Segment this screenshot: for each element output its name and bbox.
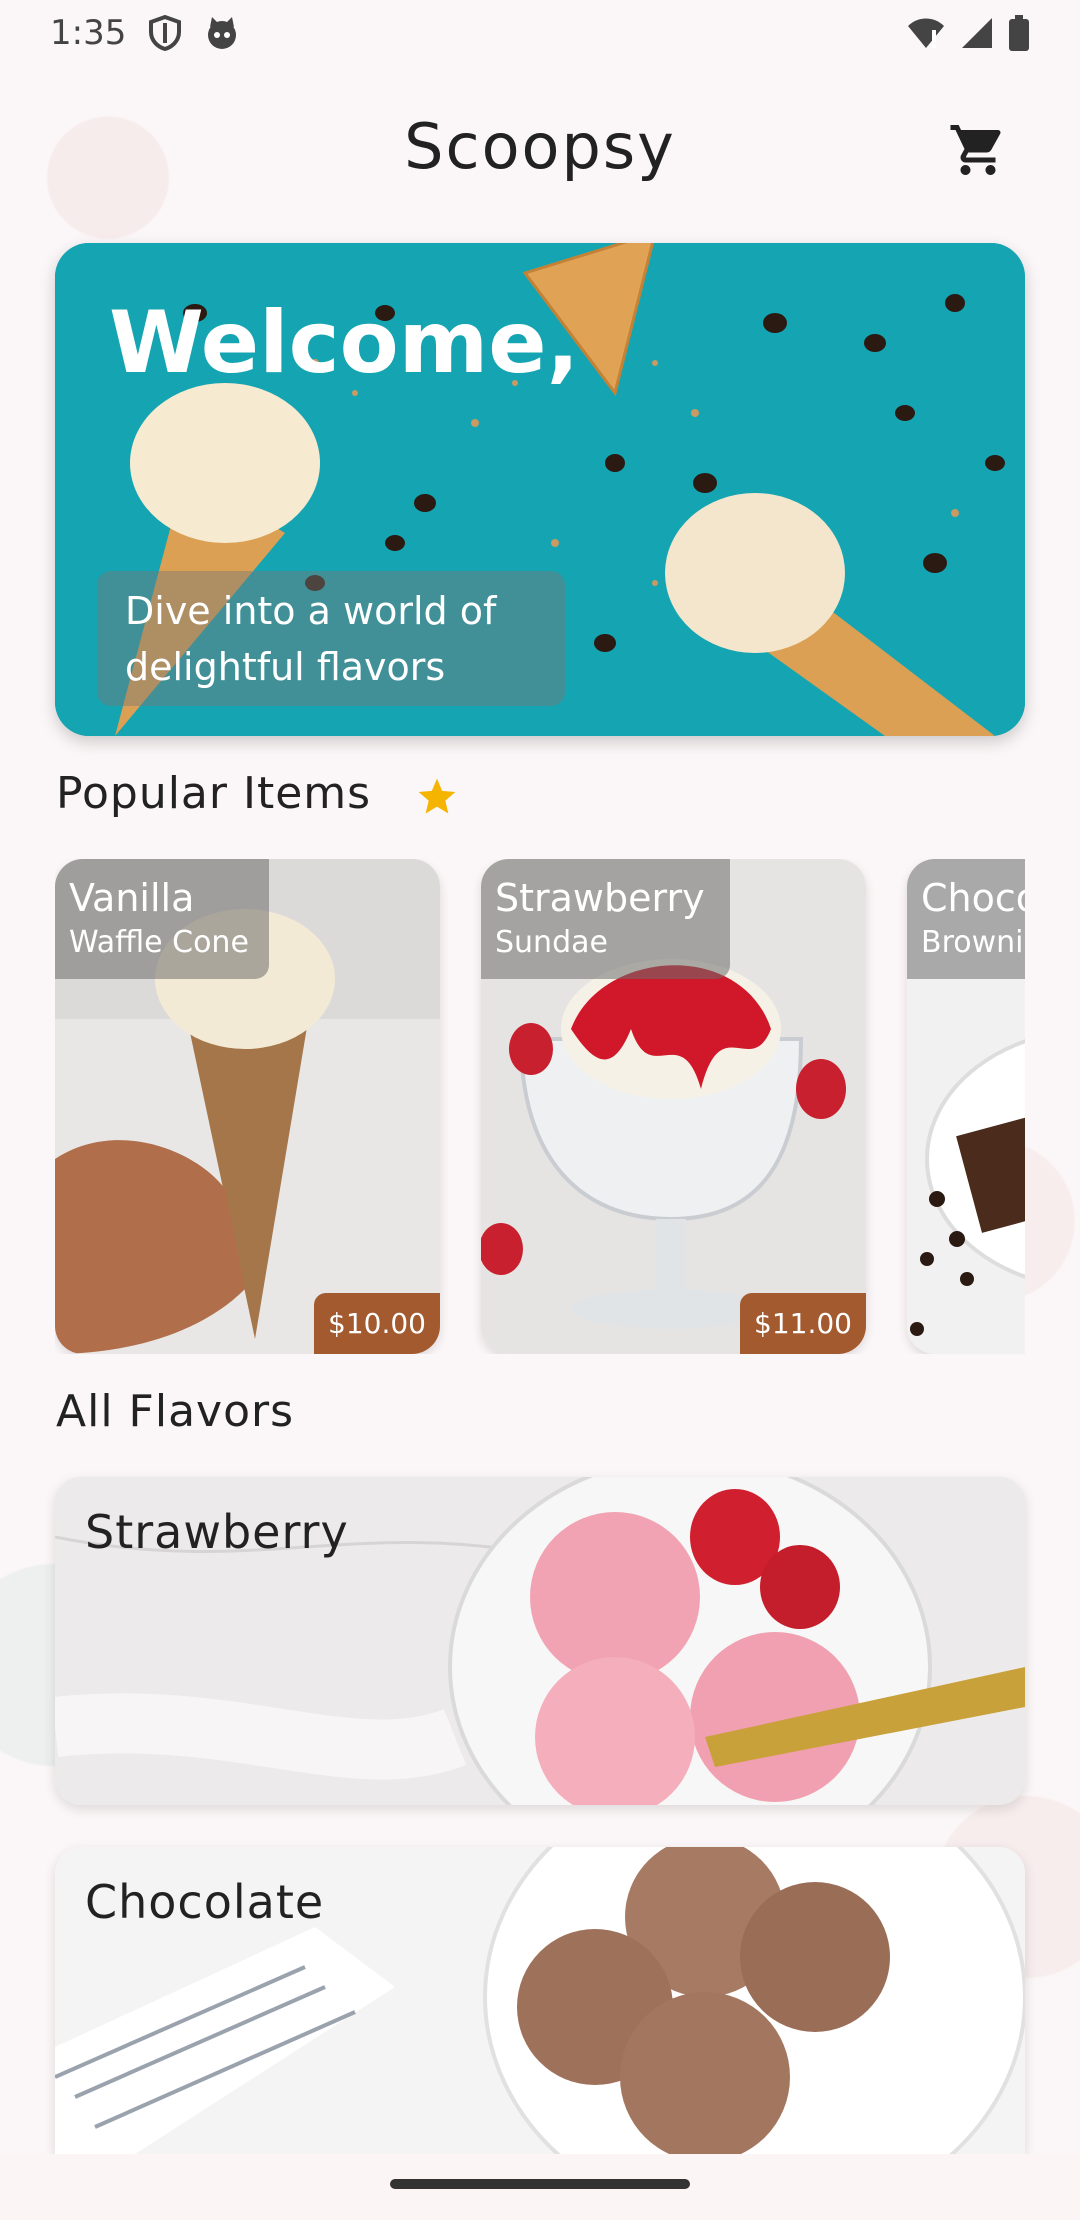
- flavor-name: Chocolate: [85, 1875, 325, 1929]
- welcome-title: Welcome,: [109, 293, 580, 393]
- popular-item-card[interactable]: Vanilla Waffle Cone $10.00: [55, 859, 440, 1354]
- popular-item-card[interactable]: Strawberry Sundae $11.00: [481, 859, 866, 1354]
- welcome-subtitle-line1: Dive into a world of: [125, 589, 497, 633]
- popular-item-desc: Brownie: [921, 925, 1025, 960]
- welcome-subtitle: Dive into a world of delightful flavors: [97, 571, 565, 706]
- popular-item-label: Chocolate Brownie: [907, 859, 1025, 979]
- popular-item-name: Vanilla: [69, 876, 195, 920]
- flavor-card-strawberry[interactable]: Strawberry: [55, 1477, 1025, 1805]
- cat-icon: [204, 15, 240, 51]
- signal-icon: [960, 16, 994, 50]
- popular-item-name: Strawberry: [495, 876, 705, 920]
- welcome-banner: Welcome, Dive into a world of delightful…: [55, 243, 1025, 736]
- welcome-subtitle-line2: delightful flavors: [125, 645, 446, 689]
- star-icon: [418, 778, 456, 814]
- shield-icon: [148, 15, 182, 51]
- popular-item-desc: Waffle Cone: [69, 925, 249, 960]
- home-indicator[interactable]: [390, 2179, 690, 2189]
- all-flavors-heading: All Flavors: [56, 1386, 295, 1437]
- battery-icon: [1008, 15, 1030, 51]
- popular-item-price: $11.00: [740, 1293, 866, 1354]
- cart-icon: [950, 125, 1001, 175]
- flavor-card-chocolate[interactable]: Chocolate: [55, 1847, 1025, 2154]
- popular-items-heading: Popular Items: [56, 768, 372, 819]
- system-nav-bar: [0, 2154, 1080, 2220]
- popular-item-price: $10.00: [314, 1293, 440, 1354]
- status-time: 1:35: [50, 13, 127, 53]
- wifi-icon: [906, 16, 946, 50]
- flavor-name: Strawberry: [85, 1505, 349, 1559]
- popular-item-desc: Sundae: [495, 925, 608, 960]
- app-bar: Scoopsy: [0, 110, 1080, 190]
- popular-item-label: Vanilla Waffle Cone: [55, 859, 269, 979]
- popular-items-carousel[interactable]: Vanilla Waffle Cone $10.00 Strawberry Su…: [55, 859, 1025, 1354]
- app-title: Scoopsy: [404, 110, 676, 183]
- popular-item-card[interactable]: Chocolate Brownie: [907, 859, 1025, 1354]
- status-bar: 1:35: [0, 0, 1080, 66]
- popular-item-label: Strawberry Sundae: [481, 859, 730, 979]
- popular-item-name: Chocolate: [921, 876, 1025, 920]
- cart-button[interactable]: [948, 120, 1008, 180]
